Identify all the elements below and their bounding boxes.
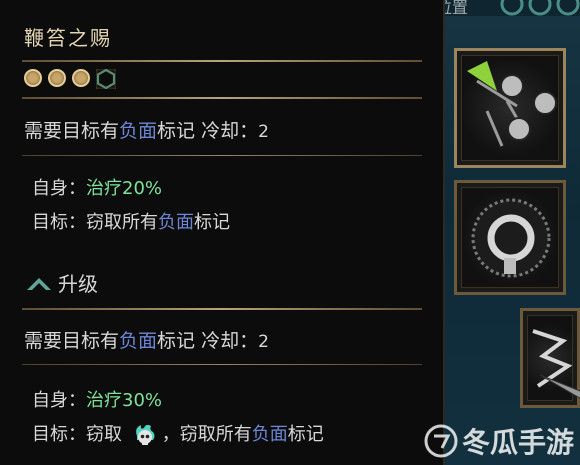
skill-tooltip: 鞭笞之赐 需要目标有负面标记 冷却：2 自身：治疗20% 目标：窃取所有负面标记… (0, 0, 445, 465)
filled-pip-icon (48, 69, 66, 87)
negative-keyword: 负面 (119, 120, 158, 142)
upgrade-requirement-divider (22, 364, 422, 365)
skill-title: 鞭笞之赐 (24, 26, 112, 50)
title-divider (22, 60, 422, 62)
negative-keyword: 负面 (158, 212, 194, 233)
upgrade-header: 升级 (26, 268, 98, 297)
filled-pip-icon (24, 69, 42, 87)
upgrade-target-effect-line: 目标：窃取 ，窃取所有负面标记 (32, 420, 324, 448)
filled-pip-icon (72, 69, 90, 87)
skill-panel-background: 位置 (430, 0, 580, 465)
cooldown-value: 2 (258, 122, 269, 142)
skill-slot-flail[interactable] (454, 48, 566, 168)
self-effect-line: 自身：治疗20% (32, 178, 163, 199)
ornament-icon (500, 0, 580, 16)
spiked-flail-icon (467, 61, 557, 147)
negative-keyword: 负面 (119, 330, 158, 352)
top-status-strip: 位置 (430, 0, 580, 17)
watermark: 冬瓜手游 (424, 421, 574, 461)
heal-value: 治疗30% (86, 390, 163, 411)
target-effect-line: 目标：窃取所有负面标记 (32, 212, 230, 233)
cooldown-value: 2 (258, 332, 269, 352)
upgrade-requirement-line: 需要目标有负面标记 冷却：2 (24, 330, 269, 352)
skill-rank-pips (24, 69, 116, 89)
pips-divider (22, 97, 422, 99)
empty-hex-pip-icon (96, 69, 116, 89)
upgrade-divider (22, 308, 422, 310)
requirement-line: 需要目标有负面标记 冷却：2 (24, 120, 269, 142)
negative-keyword: 负面 (251, 424, 288, 445)
upgrade-chevron-icon (27, 277, 51, 290)
upgrade-label: 升级 (58, 272, 98, 296)
skill-slot-ring[interactable] (454, 180, 566, 295)
watermark-text: 冬瓜手游 (461, 426, 574, 459)
blade-icon (539, 374, 580, 399)
requirement-divider (22, 155, 422, 156)
heal-value: 治疗20% (86, 178, 163, 199)
spiked-ring-icon (471, 198, 551, 278)
upgrade-self-effect-line: 自身：治疗30% (32, 390, 163, 411)
skull-flame-icon (135, 424, 155, 445)
watermark-logo-icon (424, 424, 458, 458)
